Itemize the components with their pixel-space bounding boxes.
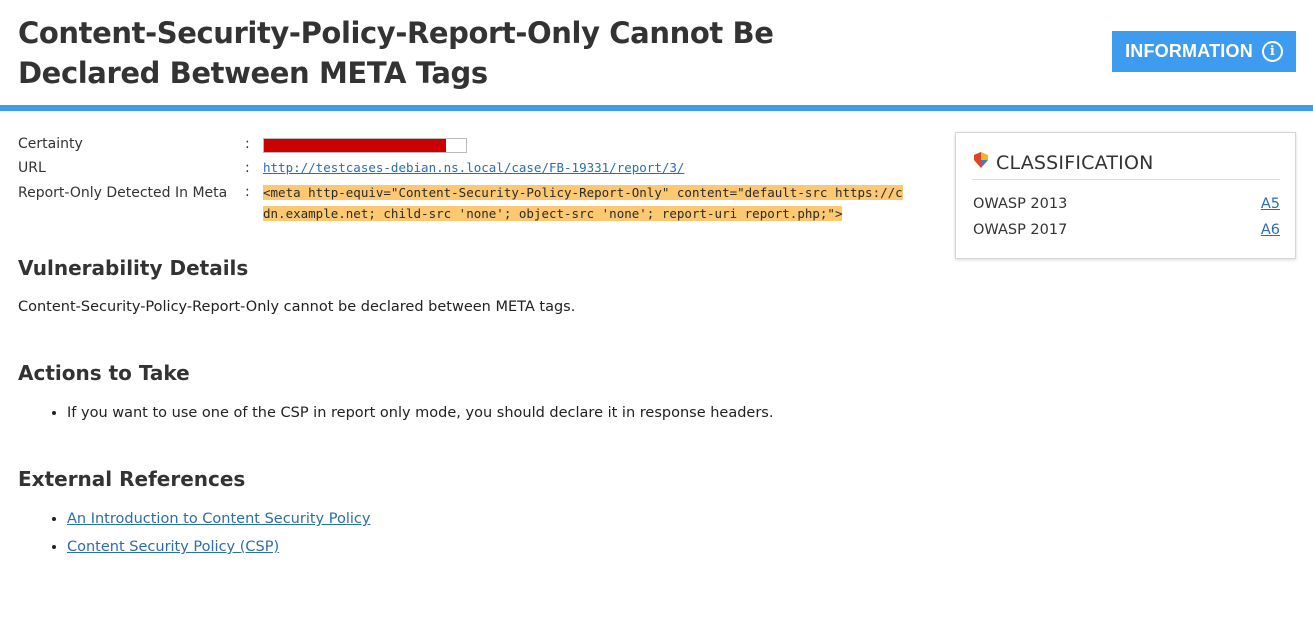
url-label: URL: [18, 160, 46, 176]
meta-snippet-line: dn.example.net; child-src 'none'; object…: [263, 206, 843, 221]
classification-name: OWASP 2013: [973, 196, 1068, 212]
references-list: An Introduction to Content Security Poli…: [18, 511, 370, 555]
classification-code-link[interactable]: A5: [1261, 196, 1280, 212]
meta-snippet: <meta http-equiv="Content-Security-Polic…: [263, 182, 928, 224]
header-divider: [0, 105, 1313, 111]
certainty-bar: [263, 138, 467, 153]
separator: :: [245, 136, 250, 152]
meta-snippet-line: <meta http-equiv="Content-Security-Polic…: [263, 185, 903, 200]
separator: :: [245, 184, 250, 200]
actions-list: If you want to use one of the CSP in rep…: [18, 405, 773, 421]
classification-title: CLASSIFICATION: [996, 152, 1154, 174]
reference-link[interactable]: An Introduction to Content Security Poli…: [67, 511, 370, 527]
list-item: Content Security Policy (CSP): [67, 539, 370, 555]
classification-header: CLASSIFICATION: [972, 151, 1280, 180]
severity-label: INFORMATION: [1125, 41, 1253, 61]
list-item: An Introduction to Content Security Poli…: [67, 511, 370, 527]
certainty-value: [263, 136, 467, 153]
separator: :: [245, 160, 250, 176]
references-heading: External References: [18, 467, 246, 491]
url-link[interactable]: http://testcases-debian.ns.local/case/FB…: [263, 160, 684, 175]
page-title: Content-Security-Policy-Report-Only Cann…: [18, 16, 774, 90]
meta-label: Report-Only Detected In Meta: [18, 185, 228, 201]
vulnerability-details-text: Content-Security-Policy-Report-Only cann…: [18, 299, 576, 315]
classification-code-link[interactable]: A6: [1261, 222, 1280, 238]
page-header: Content-Security-Policy-Report-Only Cann…: [0, 0, 1313, 105]
classification-badge-icon: [972, 151, 990, 173]
info-circle-icon: i: [1261, 41, 1283, 62]
classification-name: OWASP 2017: [973, 222, 1068, 238]
list-item: If you want to use one of the CSP in rep…: [67, 405, 773, 421]
certainty-bar-fill: [264, 139, 446, 152]
certainty-label: Certainty: [18, 136, 83, 152]
classification-card: CLASSIFICATION OWASP 2013 A5 OWASP 2017 …: [955, 132, 1296, 259]
reference-link[interactable]: Content Security Policy (CSP): [67, 539, 279, 555]
vulnerability-details-heading: Vulnerability Details: [18, 256, 249, 280]
actions-heading: Actions to Take: [18, 361, 190, 385]
severity-button[interactable]: INFORMATION i: [1112, 31, 1296, 72]
